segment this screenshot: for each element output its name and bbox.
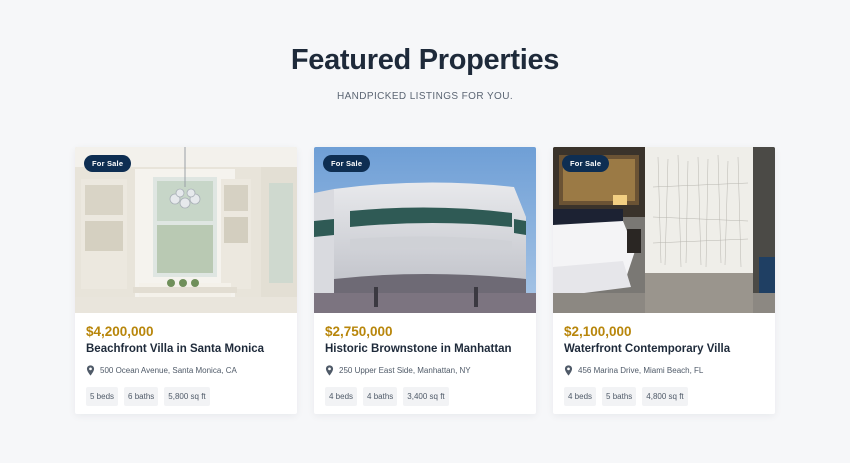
address-text: 456 Marina Drive, Miami Beach, FL [578, 366, 704, 375]
baths-count: 5 baths [602, 387, 637, 406]
section-subtitle: HANDPICKED LISTINGS FOR YOU. [336, 91, 514, 102]
location-pin-icon [564, 365, 573, 376]
property-price: $4,200,000 [86, 324, 154, 339]
area-size: 5,800 sq ft [164, 387, 210, 406]
property-image[interactable]: For Sale [553, 147, 775, 313]
property-features: 5 beds 6 baths 5,800 sq ft [86, 387, 286, 406]
property-image[interactable]: For Sale [75, 147, 297, 313]
address-text: 250 Upper East Side, Manhattan, NY [339, 366, 471, 375]
location-pin-icon [325, 365, 334, 376]
area-size: 3,400 sq ft [403, 387, 449, 406]
property-features: 4 beds 4 baths 3,400 sq ft [325, 387, 525, 406]
beds-count: 4 beds [564, 387, 597, 406]
property-image[interactable]: For Sale [314, 147, 536, 313]
area-size: 4,800 sq ft [642, 387, 688, 406]
property-price: $2,750,000 [325, 324, 393, 339]
address-text: 500 Ocean Avenue, Santa Monica, CA [100, 366, 237, 375]
property-features: 4 beds 5 baths 4,800 sq ft [564, 387, 764, 406]
beds-count: 4 beds [325, 387, 358, 406]
status-badge: For Sale [84, 155, 132, 172]
property-price: $2,100,000 [564, 324, 632, 339]
beds-count: 5 beds [86, 387, 119, 406]
baths-count: 4 baths [363, 387, 398, 406]
baths-count: 6 baths [124, 387, 159, 406]
property-card[interactable]: For Sale $2,100,000 Waterfront Contempor… [553, 147, 775, 414]
property-address: 500 Ocean Avenue, Santa Monica, CA [86, 365, 286, 376]
property-title[interactable]: Beachfront Villa in Santa Monica [86, 343, 286, 355]
property-card[interactable]: For Sale $2,750,000 Historic Brownstone … [314, 147, 536, 414]
property-card[interactable]: For Sale $4,200,000 Beachfront Villa in … [75, 147, 297, 414]
featured-properties-page: Featured Properties HANDPICKED LISTINGS … [0, 0, 850, 463]
location-pin-icon [86, 365, 95, 376]
status-badge: For Sale [323, 155, 371, 172]
property-address: 250 Upper East Side, Manhattan, NY [325, 365, 525, 376]
section-title: Featured Properties [290, 44, 560, 76]
property-address: 456 Marina Drive, Miami Beach, FL [564, 365, 764, 376]
status-badge: For Sale [562, 155, 610, 172]
property-title[interactable]: Historic Brownstone in Manhattan [325, 343, 525, 355]
property-title[interactable]: Waterfront Contemporary Villa [564, 343, 764, 355]
